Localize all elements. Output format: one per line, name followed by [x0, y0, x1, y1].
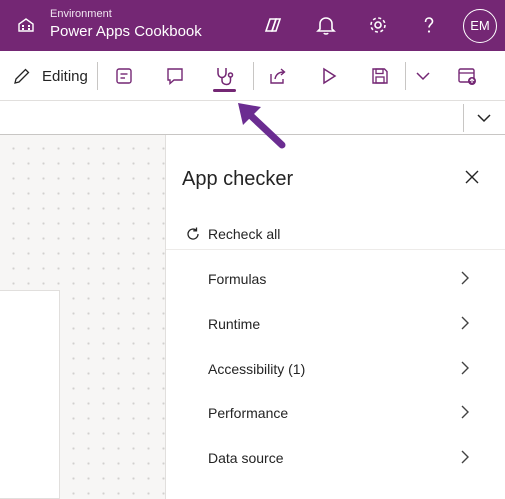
environment-name[interactable]: Power Apps Cookbook [50, 23, 202, 40]
gear-icon[interactable] [366, 13, 390, 37]
comment-icon[interactable] [164, 65, 186, 87]
toolbar-divider [97, 62, 98, 90]
category-label: Formulas [208, 271, 267, 287]
active-tool-indicator [213, 89, 236, 92]
category-label: Data source [208, 450, 284, 466]
checker-category-formulas[interactable]: Formulas [166, 257, 505, 301]
bell-icon[interactable] [314, 13, 338, 37]
chevron-down-icon[interactable] [412, 65, 434, 87]
help-icon[interactable] [417, 13, 441, 37]
environment-icon[interactable] [16, 15, 36, 35]
chevron-right-icon [461, 361, 469, 375]
save-icon[interactable] [369, 65, 391, 87]
checker-category-accessibility[interactable]: Accessibility (1) [166, 347, 505, 391]
editing-label: Editing [42, 68, 88, 85]
category-label: Runtime [208, 316, 261, 332]
command-toolbar: Editing [0, 51, 505, 101]
close-icon[interactable] [463, 168, 481, 186]
chevron-right-icon [461, 271, 469, 285]
chevron-down-icon[interactable] [475, 109, 493, 127]
share-icon[interactable] [267, 65, 289, 87]
refresh-icon [187, 227, 199, 240]
app-header: Environment Power Apps Cookbook EM [0, 0, 505, 51]
annotation-arrow [238, 103, 286, 149]
pencil-icon [14, 68, 30, 84]
category-label: Performance [208, 405, 289, 421]
environment-label: Environment [50, 8, 112, 20]
toolbar-divider [405, 62, 406, 90]
recheck-all-label: Recheck all [208, 226, 281, 242]
play-icon[interactable] [318, 65, 340, 87]
checker-category-runtime[interactable]: Runtime [166, 302, 505, 346]
stethoscope-icon[interactable] [214, 65, 236, 87]
checker-category-performance[interactable]: Performance [166, 391, 505, 435]
chevron-right-icon [461, 316, 469, 330]
toolbar-divider [253, 62, 254, 90]
notes-icon[interactable] [113, 65, 135, 87]
category-label: Accessibility (1) [208, 361, 306, 377]
app-checker-panel: App checker Recheck all Formulas Runtime… [165, 135, 505, 499]
app-screen-preview[interactable] [0, 290, 60, 499]
user-avatar[interactable]: EM [463, 9, 497, 43]
chevron-right-icon [461, 405, 469, 419]
panel-title: App checker [182, 168, 294, 190]
formula-bar-divider [463, 104, 464, 132]
publish-icon[interactable] [456, 65, 478, 87]
recheck-all-button[interactable]: Recheck all [166, 220, 505, 250]
chevron-right-icon [461, 450, 469, 464]
copilot-icon[interactable] [261, 13, 285, 37]
checker-category-data-source[interactable]: Data source [166, 436, 505, 480]
